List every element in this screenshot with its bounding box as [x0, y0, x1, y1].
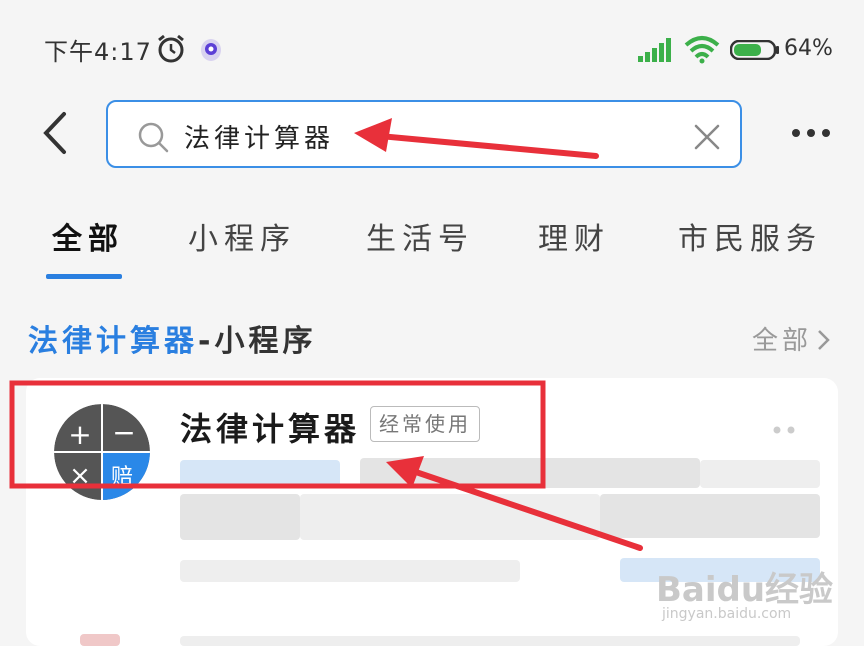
signal-icon [638, 38, 671, 62]
avatar: + − × 赔 [54, 404, 150, 500]
wifi-icon [684, 36, 720, 64]
tab-finance[interactable]: 理财 [538, 214, 610, 258]
section-title: 法律计算器-小程序 [28, 316, 316, 360]
blurred-content [180, 460, 340, 488]
search-input[interactable]: 法律计算器 [106, 100, 742, 168]
more-icon[interactable] [790, 118, 832, 148]
result-title[interactable]: 法律计算器 [180, 404, 360, 450]
back-icon[interactable] [36, 108, 76, 158]
tab-all[interactable]: 全部 [52, 214, 124, 258]
search-icon [138, 122, 169, 153]
blurred-content [360, 458, 700, 488]
avatar-plus: + [68, 418, 91, 451]
search-query[interactable]: 法律计算器 [184, 118, 334, 155]
avatar-compensation: 赔 [111, 465, 133, 490]
battery-icon [730, 40, 779, 60]
blurred-content [180, 636, 800, 646]
blurred-content [180, 560, 520, 582]
card-menu-icon[interactable] [770, 420, 798, 440]
section-category: -小程序 [198, 324, 317, 359]
chevron-right-icon [818, 330, 830, 350]
battery-percent: 64% [784, 36, 833, 61]
app-icon [201, 39, 221, 61]
avatar-minus: − [112, 416, 135, 449]
status-time: 下午4:17 [44, 38, 152, 66]
tab-citizen-services[interactable]: 市民服务 [678, 214, 822, 258]
watermark-url: jingyan.baidu.com [662, 606, 792, 622]
alarm-icon [158, 34, 184, 63]
blurred-content [180, 494, 300, 540]
section-keyword: 法律计算器 [28, 324, 198, 359]
blurred-content [600, 494, 820, 538]
avatar-times: × [69, 461, 91, 491]
watermark-brand: Baidu经验 [656, 570, 834, 610]
tab-mini-programs[interactable]: 小程序 [188, 214, 296, 258]
frequent-use-badge: 经常使用 [370, 406, 480, 442]
blurred-content [80, 634, 120, 646]
section-more-label: 全部 [752, 326, 813, 356]
blurred-content [300, 494, 600, 540]
tab-life-accounts[interactable]: 生活号 [366, 214, 474, 258]
watermark: Baidu经验 jingyan.baidu.com [632, 556, 834, 626]
status-bar: 下午4:17 64% [0, 0, 864, 100]
clear-icon[interactable] [692, 122, 722, 152]
tab-bar: 全部 小程序 生活号 理财 市民服务 [0, 200, 864, 280]
blurred-content [700, 460, 820, 488]
tab-indicator [46, 274, 122, 279]
section-more-link[interactable]: 全部 [752, 320, 830, 357]
